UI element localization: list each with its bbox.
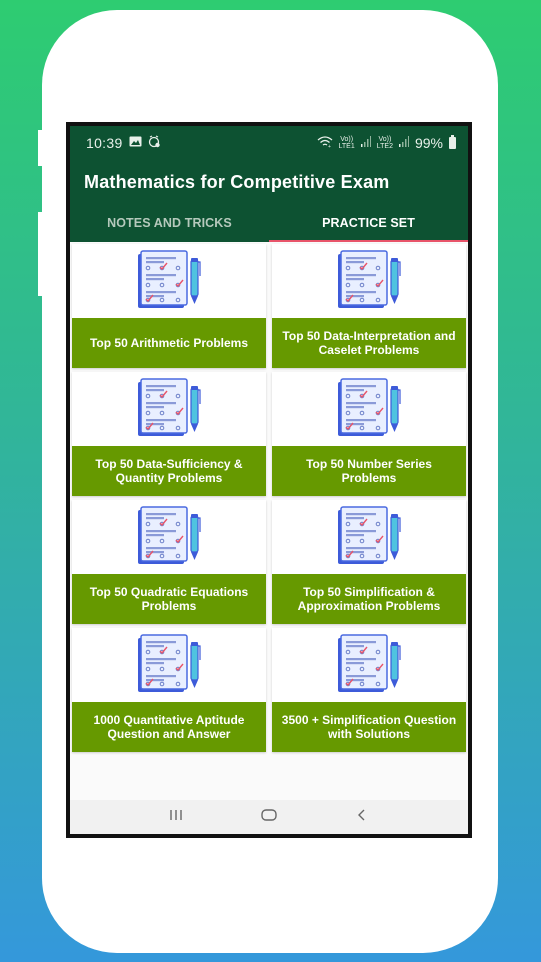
card-title: Top 50 Quadratic Equations Problems	[72, 574, 266, 624]
phone-screen: 10:39 + Vo)) LTE1 Vo)) LTE2 99% Mathemat…	[66, 122, 472, 838]
svg-text:+: +	[328, 144, 331, 148]
back-button[interactable]	[342, 808, 382, 827]
gallery-icon	[129, 136, 142, 150]
navigation-bar	[70, 800, 468, 834]
checklist-pen-icon	[138, 250, 201, 308]
card-image	[72, 244, 266, 318]
battery-percent: 99%	[414, 135, 443, 151]
lte1-label: LTE1	[338, 143, 355, 150]
practice-set-card[interactable]: Top 50 Quadratic Equations Problems	[72, 500, 266, 624]
checklist-pen-icon	[138, 378, 201, 436]
card-image	[72, 628, 266, 702]
card-image	[272, 244, 466, 318]
checklist-pen-icon	[338, 634, 401, 692]
lte2-label: LTE2	[376, 143, 393, 150]
card-title: Top 50 Arithmetic Problems	[72, 318, 266, 368]
practice-set-card[interactable]: Top 50 Number Series Problems	[272, 372, 466, 496]
checklist-pen-icon	[338, 250, 401, 308]
card-image	[272, 500, 466, 574]
practice-set-card[interactable]: Top 50 Data-Sufficiency & Quantity Probl…	[72, 372, 266, 496]
volte-lte2-signal-icon: Vo)) LTE2	[377, 136, 393, 150]
card-title: Top 50 Number Series Problems	[272, 446, 466, 496]
alarm-icon	[148, 135, 161, 151]
status-bar: 10:39 + Vo)) LTE1 Vo)) LTE2 99%	[70, 126, 468, 160]
back-icon	[357, 809, 365, 820]
card-title: Top 50 Data-Sufficiency & Quantity Probl…	[72, 446, 266, 496]
practice-set-grid: Top 50 Arithmetic Problems Top 50 Data-I…	[70, 242, 468, 752]
checklist-pen-icon	[138, 506, 201, 564]
card-image	[72, 372, 266, 446]
battery-icon	[449, 135, 456, 149]
checklist-pen-icon	[338, 506, 401, 564]
practice-set-card[interactable]: 1000 Quantitative Aptitude Question and …	[72, 628, 266, 752]
tab-notes-and-tricks[interactable]: NOTES AND TRICKS	[70, 204, 269, 242]
recents-button[interactable]	[156, 808, 196, 827]
card-title: Top 50 Simplification & Approximation Pr…	[272, 574, 466, 624]
checklist-pen-icon	[338, 378, 401, 436]
status-time: 10:39	[86, 135, 123, 151]
card-title: 3500 + Simplification Question with Solu…	[272, 702, 466, 752]
signal-bars-icon	[360, 136, 371, 150]
card-title: 1000 Quantitative Aptitude Question and …	[72, 702, 266, 752]
checklist-pen-icon	[138, 634, 201, 692]
volte-label: Vo))	[378, 136, 392, 143]
volte-lte1-signal-icon: Vo)) LTE1	[339, 136, 355, 150]
practice-set-card[interactable]: Top 50 Arithmetic Problems	[72, 244, 266, 368]
signal-bars-icon	[398, 136, 409, 150]
volte-label: Vo))	[340, 136, 354, 143]
tab-bar: NOTES AND TRICKS PRACTICE SET	[70, 204, 468, 242]
wifi-icon: +	[317, 135, 333, 151]
practice-set-card[interactable]: 3500 + Simplification Question with Solu…	[272, 628, 466, 752]
card-image	[72, 500, 266, 574]
recents-icon	[170, 809, 183, 820]
card-image	[272, 628, 466, 702]
home-icon	[261, 808, 277, 821]
card-image	[272, 372, 466, 446]
app-bar: Mathematics for Competitive Exam	[70, 160, 468, 204]
app-title: Mathematics for Competitive Exam	[84, 171, 390, 192]
practice-set-card[interactable]: Top 50 Data-Interpretation and Caselet P…	[272, 244, 466, 368]
home-button[interactable]	[249, 808, 289, 827]
tab-practice-set[interactable]: PRACTICE SET	[269, 204, 468, 242]
practice-set-card[interactable]: Top 50 Simplification & Approximation Pr…	[272, 500, 466, 624]
card-title: Top 50 Data-Interpretation and Caselet P…	[272, 318, 466, 368]
